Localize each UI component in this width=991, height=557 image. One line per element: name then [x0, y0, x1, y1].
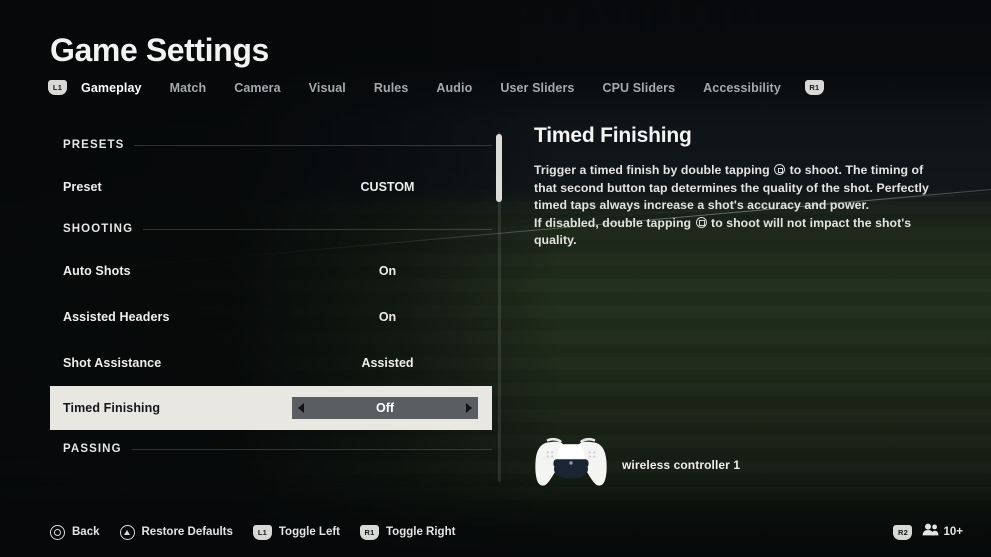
chevron-left-icon[interactable] [298, 403, 304, 413]
section-header-presets: PRESETS [50, 126, 492, 164]
chevron-right-icon[interactable] [466, 403, 472, 413]
section-label: PASSING [63, 443, 122, 455]
setting-label: Timed Finishing [63, 401, 161, 415]
detail-title: Timed Finishing [534, 124, 692, 147]
footer-hint-restore-defaults[interactable]: Restore Defaults [119, 524, 233, 540]
footer-hint-label: Back [72, 526, 100, 538]
setting-value[interactable]: Assisted [295, 356, 480, 370]
setting-value[interactable]: CUSTOM [295, 180, 480, 194]
setting-row-timed-finishing[interactable]: Timed Finishing Off [50, 386, 492, 430]
scrollbar-thumb[interactable] [496, 134, 502, 202]
setting-row-assisted-headers[interactable]: Assisted Headers On [50, 294, 492, 340]
detail-description: Trigger a timed finish by double tapping… [534, 162, 934, 250]
r1-button-badge: R1 [360, 524, 380, 540]
tab-accessibility[interactable]: Accessibility [689, 81, 795, 95]
tab-user-sliders[interactable]: User Sliders [486, 81, 588, 95]
setting-label: Assisted Headers [63, 310, 170, 324]
setting-value-stepper-timed-finishing[interactable]: Off [292, 397, 478, 419]
dualsense-controller-icon [534, 436, 608, 493]
player-count-value: 10+ [943, 526, 963, 538]
page-title: Game Settings [50, 32, 269, 68]
tab-rules[interactable]: Rules [360, 81, 423, 95]
connected-controller: wireless controller 1 [534, 436, 740, 493]
section-header-shooting: SHOOTING [50, 210, 492, 248]
r2-button-badge[interactable]: R2 [893, 524, 913, 540]
bottom-scrim [0, 477, 991, 557]
detail-panel: Timed Finishing Trigger a timed finish b… [534, 124, 934, 250]
footer-right: R2 10+ [893, 523, 963, 541]
setting-row-preset[interactable]: Preset CUSTOM [50, 164, 492, 210]
tab-gameplay[interactable]: Gameplay [67, 81, 156, 95]
footer-hint-toggle-right[interactable]: R1 Toggle Right [360, 524, 456, 540]
section-label: PRESETS [63, 139, 125, 151]
ps-square-button-icon [695, 216, 707, 228]
tab-visual[interactable]: Visual [295, 81, 360, 95]
setting-row-auto-shots[interactable]: Auto Shots On [50, 248, 492, 294]
section-label: SHOOTING [63, 223, 134, 235]
l1-button-badge: L1 [252, 524, 272, 540]
r1-button-badge[interactable]: R1 [804, 80, 824, 95]
setting-label: Preset [63, 180, 102, 194]
setting-value[interactable]: On [295, 310, 480, 324]
section-divider [134, 144, 492, 146]
section-divider [131, 448, 492, 450]
footer-bar: Back Restore Defaults L1 Toggle Left R1 Toggl… [50, 519, 963, 545]
section-divider [143, 228, 492, 230]
footer-hint-back[interactable]: Back [50, 524, 100, 540]
footer-hint-label: Toggle Right [386, 526, 456, 538]
settings-list[interactable]: PRESETS Preset CUSTOM SHOOTING Auto Shots On A… [50, 126, 492, 486]
l1-button-badge[interactable]: L1 [48, 80, 67, 95]
tab-audio[interactable]: Audio [422, 81, 486, 95]
tab-match[interactable]: Match [156, 81, 221, 95]
ps-square-button-icon [774, 164, 786, 175]
setting-value[interactable]: On [295, 264, 480, 278]
tab-bar: L1 Gameplay Match Camera Visual Rules Audio Use… [48, 80, 824, 95]
footer-hint-toggle-left[interactable]: L1 Toggle Left [252, 524, 341, 540]
footer-hint-label: Toggle Left [278, 526, 341, 538]
setting-row-shot-assistance[interactable]: Shot Assistance Assisted [50, 340, 492, 386]
tab-camera[interactable]: Camera [220, 81, 294, 95]
section-header-passing: PASSING [50, 430, 492, 468]
tab-cpu-sliders[interactable]: CPU Sliders [588, 81, 689, 95]
setting-label: Shot Assistance [63, 356, 162, 370]
setting-label: Auto Shots [63, 264, 131, 278]
footer-hint-label: Restore Defaults [141, 526, 233, 538]
setting-value: Off [375, 401, 395, 415]
triangle-button-icon [119, 524, 135, 540]
game-settings-screen: Game Settings L1 Gameplay Match Camera Visua… [0, 0, 991, 557]
controller-label: wireless controller 1 [622, 457, 741, 472]
people-icon [922, 523, 939, 541]
circle-button-icon [50, 524, 65, 540]
detail-paragraph-1: Trigger a timed finish by double tapping… [534, 163, 929, 213]
detail-paragraph-2: If disabled, double tapping to shoot wil… [534, 215, 912, 248]
player-count: 10+ [922, 523, 963, 541]
